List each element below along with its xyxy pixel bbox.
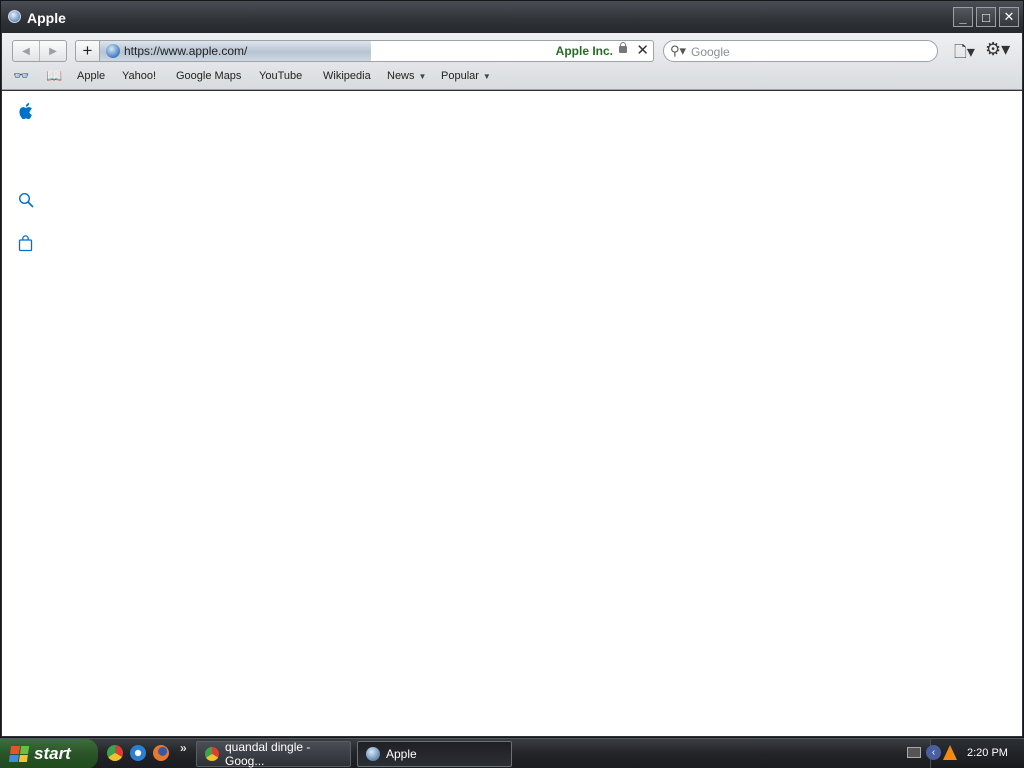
vlc-icon[interactable] bbox=[943, 745, 957, 760]
windows-flag-icon bbox=[8, 746, 30, 762]
search-placeholder: Google bbox=[691, 45, 730, 59]
window-controls: _ □ ✕ bbox=[953, 7, 1019, 27]
page-content bbox=[2, 91, 1022, 736]
system-clock[interactable]: 2:20 PM bbox=[967, 747, 1008, 759]
stop-loading-icon[interactable]: ✕ bbox=[636, 41, 649, 59]
bookmark-folder-label: Popular bbox=[441, 70, 479, 82]
search-field[interactable]: ⚲▾ Google bbox=[663, 40, 938, 62]
chrome-icon[interactable] bbox=[107, 745, 123, 761]
keyboard-icon[interactable] bbox=[907, 747, 921, 758]
taskbar-task-chrome[interactable]: quandal dingle - Goog... bbox=[196, 740, 351, 768]
chrome-icon bbox=[205, 747, 219, 761]
maximize-button[interactable]: □ bbox=[976, 7, 996, 27]
search-engine-icon[interactable]: ⚲▾ bbox=[670, 43, 686, 59]
site-globe-icon bbox=[106, 44, 120, 58]
dropdown-arrow-icon: ▼ bbox=[418, 72, 427, 81]
bookmark-folder-label: News bbox=[387, 70, 415, 82]
bookmarks-bar: 👓 📖 Apple Yahoo! Google Maps YouTube Wik… bbox=[2, 68, 1022, 88]
forward-arrow-icon: ▶ bbox=[49, 45, 57, 57]
quicklaunch-overflow-icon[interactable]: » bbox=[180, 741, 187, 755]
safari-globe-icon bbox=[8, 10, 21, 23]
show-hidden-icons-icon[interactable]: ‹ bbox=[926, 745, 941, 760]
shopping-bag-icon[interactable] bbox=[18, 235, 33, 252]
bookmark-wikipedia[interactable]: Wikipedia bbox=[323, 70, 371, 82]
browser-toolbar: ◀ ▶ + https://www.apple.com/ Apple Inc. … bbox=[2, 33, 1022, 90]
bookmark-apple[interactable]: Apple bbox=[77, 70, 105, 82]
task-label: quandal dingle - Goog... bbox=[225, 740, 311, 768]
bookmark-youtube[interactable]: YouTube bbox=[259, 70, 302, 82]
start-button[interactable]: start bbox=[0, 739, 98, 768]
dropdown-arrow-icon: ▼ bbox=[482, 72, 491, 81]
add-bookmark-button[interactable]: + bbox=[75, 40, 99, 62]
bookmark-folder-popular[interactable]: Popular ▼ bbox=[441, 70, 491, 82]
internet-explorer-icon[interactable] bbox=[130, 745, 146, 761]
nav-buttons: ◀ ▶ bbox=[12, 40, 67, 62]
title-bar[interactable]: Apple _ □ ✕ bbox=[1, 1, 1023, 33]
firefox-icon[interactable] bbox=[153, 745, 169, 761]
bookmark-yahoo[interactable]: Yahoo! bbox=[122, 70, 156, 82]
lock-icon[interactable] bbox=[619, 42, 627, 53]
page-menu-icon[interactable]: 🗋▾ bbox=[954, 41, 975, 68]
forward-button[interactable]: ▶ bbox=[40, 41, 66, 61]
taskbar-task-apple[interactable]: Apple bbox=[357, 741, 512, 767]
minimize-button[interactable]: _ bbox=[953, 7, 973, 27]
start-label: start bbox=[34, 744, 71, 763]
search-icon[interactable] bbox=[18, 192, 34, 208]
bookmark-google-maps[interactable]: Google Maps bbox=[176, 70, 241, 82]
back-arrow-icon: ◀ bbox=[22, 45, 30, 57]
safari-globe-icon bbox=[366, 747, 380, 761]
apple-logo-icon[interactable] bbox=[17, 102, 33, 120]
bookmark-folder-news[interactable]: News ▼ bbox=[387, 70, 426, 82]
site-identity-label[interactable]: Apple Inc. bbox=[556, 44, 613, 58]
url-text[interactable]: https://www.apple.com/ bbox=[124, 44, 247, 58]
windows-taskbar: start » quandal dingle - Goog... Apple ‹… bbox=[0, 738, 1024, 768]
system-tray: ‹ 2:20 PM bbox=[907, 739, 1024, 768]
gear-icon[interactable]: ⚙▾ bbox=[985, 39, 1010, 60]
window-title: Apple bbox=[27, 10, 66, 26]
close-button[interactable]: ✕ bbox=[999, 7, 1019, 27]
address-bar[interactable]: https://www.apple.com/ Apple Inc. ✕ bbox=[99, 40, 654, 62]
browser-window: Apple _ □ ✕ ◀ ▶ + https://www.apple.com/… bbox=[0, 0, 1024, 738]
reading-glasses-icon[interactable]: 👓 bbox=[13, 68, 29, 84]
task-label: Apple bbox=[386, 747, 417, 761]
back-button[interactable]: ◀ bbox=[13, 41, 40, 61]
bookmarks-book-icon[interactable]: 📖 bbox=[46, 68, 62, 84]
